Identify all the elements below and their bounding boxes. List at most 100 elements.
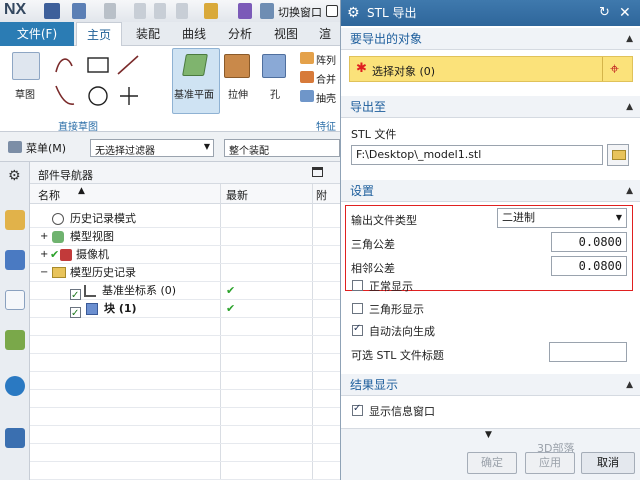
auto-normal-label: 自动法向生成 bbox=[369, 325, 435, 338]
select-object-label: 选择对象 (0) bbox=[372, 65, 436, 78]
collapse-icon[interactable]: ▲ bbox=[626, 374, 633, 396]
collapse-icon[interactable]: ▲ bbox=[626, 96, 633, 118]
more-options-icon[interactable]: ▼ bbox=[485, 430, 492, 440]
tab-render[interactable]: 渲 bbox=[310, 22, 340, 46]
col-extra[interactable]: 附 bbox=[316, 187, 327, 203]
section-title: 设置 bbox=[350, 184, 375, 198]
copy-icon[interactable] bbox=[154, 3, 166, 19]
section-settings[interactable]: 设置 ▲ bbox=[341, 180, 640, 202]
window-icon[interactable] bbox=[326, 5, 338, 17]
triangle-tol-input[interactable]: 0.0800 bbox=[551, 232, 627, 252]
expand-icon[interactable]: + bbox=[40, 228, 48, 246]
collapse-icon[interactable]: ▲ bbox=[626, 180, 633, 202]
tree-row-history-mode[interactable]: 历史记录模式 bbox=[30, 210, 340, 228]
maximize-icon[interactable] bbox=[312, 167, 323, 177]
section-export-to[interactable]: 导出至 ▲ bbox=[341, 96, 640, 118]
feature-group-label: 特征 bbox=[316, 122, 336, 133]
assembly-scope-select[interactable]: 整个装配 bbox=[224, 139, 340, 157]
output-type-label: 输出文件类型 bbox=[351, 214, 417, 227]
extrude-icon[interactable] bbox=[224, 54, 250, 78]
direct-sketch-tools[interactable] bbox=[52, 52, 152, 112]
type-filter-value: 无选择过滤器 bbox=[95, 146, 155, 157]
hole-icon[interactable] bbox=[262, 54, 286, 78]
tree-row-empty bbox=[30, 444, 340, 462]
crosshair-icon[interactable]: ⌖ bbox=[610, 59, 619, 79]
history-icon[interactable] bbox=[5, 428, 25, 448]
adjacent-tol-label: 相邻公差 bbox=[351, 262, 395, 275]
sort-up-icon[interactable]: ▲ bbox=[78, 186, 85, 196]
stl-file-input[interactable]: F:\Desktop\_model1.stl bbox=[351, 145, 603, 165]
touch-mode-icon[interactable] bbox=[204, 3, 218, 19]
section-result[interactable]: 结果显示 ▲ bbox=[341, 374, 640, 396]
tree-row-model-history[interactable]: − 模型历史记录 bbox=[30, 264, 340, 282]
menu-icon[interactable] bbox=[8, 141, 22, 153]
navigator-header: 部件导航器 bbox=[30, 162, 340, 184]
auto-normal-checkbox[interactable] bbox=[352, 323, 363, 336]
collapse-icon[interactable]: − bbox=[40, 264, 48, 282]
paste-icon[interactable] bbox=[176, 3, 188, 19]
hole-label[interactable]: 孔 bbox=[270, 86, 280, 101]
apply-button[interactable]: 应用 bbox=[525, 452, 575, 474]
select-object-row[interactable]: ✱ 选择对象 (0) ⌖ bbox=[349, 56, 633, 82]
shell-label[interactable]: 抽壳 bbox=[316, 90, 336, 105]
array-icon[interactable] bbox=[300, 52, 314, 64]
reset-icon[interactable]: ↻ bbox=[599, 0, 610, 26]
expand-icon[interactable]: + bbox=[40, 246, 48, 264]
extrude-label[interactable]: 拉伸 bbox=[228, 86, 248, 101]
gear-icon[interactable]: ⚙ bbox=[347, 0, 360, 26]
tree-row-block[interactable]: 块 (1) ✔ bbox=[30, 300, 340, 323]
unite-icon[interactable] bbox=[300, 71, 314, 83]
tree-row-model-views[interactable]: + 模型视图 bbox=[30, 228, 340, 246]
tab-home[interactable]: 主页 bbox=[76, 22, 122, 46]
unite-label[interactable]: 合并 bbox=[316, 71, 336, 86]
section-objects[interactable]: 要导出的对象 ▲ bbox=[341, 28, 640, 50]
gear-icon[interactable]: ⚙ bbox=[8, 168, 21, 184]
adjacent-tol-input[interactable]: 0.0800 bbox=[551, 256, 627, 276]
datum-plane-label[interactable]: 基准平面 bbox=[174, 86, 214, 101]
switch-window-label[interactable]: 切换窗口 bbox=[278, 4, 322, 20]
shell-icon[interactable] bbox=[300, 90, 314, 102]
navigator-column-headers: 名称 ▲ 最新 附 bbox=[30, 184, 340, 204]
ok-button[interactable]: 确定 bbox=[467, 452, 517, 474]
col-name[interactable]: 名称 bbox=[38, 187, 60, 203]
browse-folder-button[interactable] bbox=[607, 144, 629, 166]
optional-header-input[interactable] bbox=[549, 342, 627, 362]
type-filter-select[interactable]: 无选择过滤器 ▼ bbox=[90, 139, 214, 157]
part-navigator-icon[interactable] bbox=[5, 290, 25, 310]
cut-icon[interactable] bbox=[134, 3, 146, 19]
tree-row-cameras[interactable]: + ✔ 摄像机 bbox=[30, 246, 340, 264]
show-info-checkbox[interactable] bbox=[352, 403, 363, 416]
switch-window-icon[interactable] bbox=[260, 3, 274, 19]
output-type-select[interactable]: 二进制 ▼ bbox=[497, 208, 627, 228]
array-label[interactable]: 阵列 bbox=[316, 52, 336, 67]
tab-analysis[interactable]: 分析 bbox=[218, 22, 262, 46]
save-icon[interactable] bbox=[44, 3, 60, 19]
redo-icon[interactable] bbox=[104, 3, 116, 19]
file-tab[interactable]: 文件(F) bbox=[0, 22, 74, 46]
normal-display-checkbox[interactable] bbox=[352, 280, 363, 291]
triangle-display-checkbox[interactable] bbox=[352, 303, 363, 314]
sketch-label[interactable]: 草图 bbox=[15, 86, 35, 101]
dialog-title-bar[interactable]: ⚙ STL 导出 ↻ ✕ bbox=[341, 0, 640, 26]
collapse-icon[interactable]: ▲ bbox=[626, 28, 633, 50]
tab-view[interactable]: 视图 bbox=[264, 22, 308, 46]
cancel-button[interactable]: 取消 bbox=[581, 452, 635, 474]
model-views-icon bbox=[52, 231, 64, 243]
tree-row-datum-csys[interactable]: 基准坐标系 (0) ✔ bbox=[30, 282, 340, 305]
undo-icon[interactable] bbox=[72, 3, 86, 19]
tree-row-empty bbox=[30, 426, 340, 444]
tab-curve[interactable]: 曲线 bbox=[172, 22, 216, 46]
col-latest[interactable]: 最新 bbox=[226, 187, 248, 203]
assembly-scope-value: 整个装配 bbox=[229, 146, 269, 157]
close-icon[interactable]: ✕ bbox=[619, 0, 631, 26]
info-icon[interactable] bbox=[5, 376, 25, 396]
constraint-navigator-icon[interactable] bbox=[5, 250, 25, 270]
show-info-label: 显示信息窗口 bbox=[369, 405, 435, 418]
tool-icon[interactable] bbox=[238, 3, 252, 19]
reuse-library-icon[interactable] bbox=[5, 330, 25, 350]
datum-plane-icon bbox=[182, 54, 208, 76]
sketch-icon[interactable] bbox=[12, 52, 40, 80]
tab-assembly[interactable]: 装配 bbox=[126, 22, 170, 46]
assembly-navigator-icon[interactable] bbox=[5, 210, 25, 230]
menu-button[interactable]: 菜单(M) bbox=[26, 140, 66, 156]
